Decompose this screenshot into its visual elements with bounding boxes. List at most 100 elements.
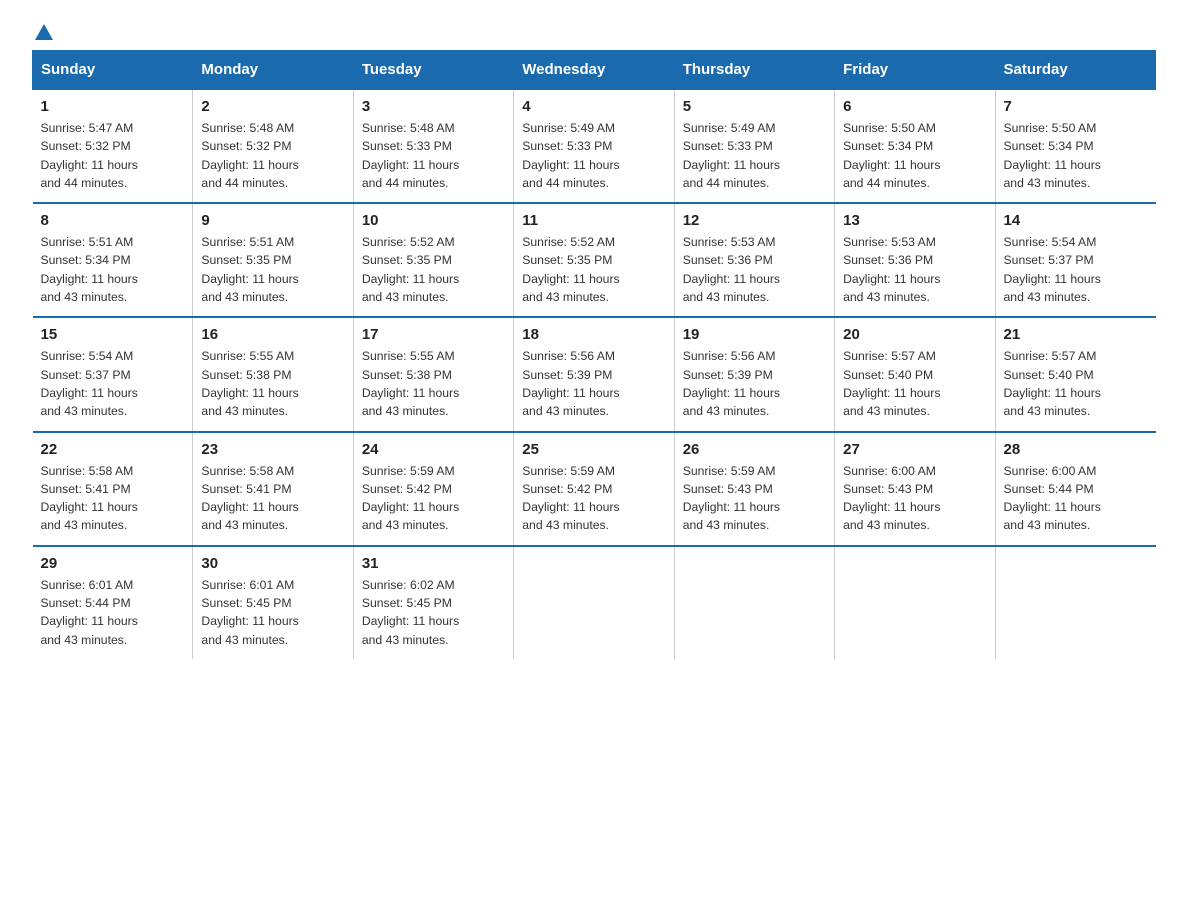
day-number: 5 [683, 98, 826, 115]
day-info: Sunrise: 5:55 AM Sunset: 5:38 PM Dayligh… [201, 347, 344, 420]
calendar-cell: 7 Sunrise: 5:50 AM Sunset: 5:34 PM Dayli… [995, 89, 1155, 203]
calendar-cell: 14 Sunrise: 5:54 AM Sunset: 5:37 PM Dayl… [995, 203, 1155, 317]
calendar-cell: 8 Sunrise: 5:51 AM Sunset: 5:34 PM Dayli… [33, 203, 193, 317]
day-info: Sunrise: 6:02 AM Sunset: 5:45 PM Dayligh… [362, 576, 505, 649]
calendar-cell: 2 Sunrise: 5:48 AM Sunset: 5:32 PM Dayli… [193, 89, 353, 203]
day-info: Sunrise: 6:01 AM Sunset: 5:45 PM Dayligh… [201, 576, 344, 649]
calendar-cell: 29 Sunrise: 6:01 AM Sunset: 5:44 PM Dayl… [33, 546, 193, 659]
calendar-cell: 4 Sunrise: 5:49 AM Sunset: 5:33 PM Dayli… [514, 89, 674, 203]
day-number: 25 [522, 441, 665, 458]
header-wednesday: Wednesday [514, 51, 674, 90]
calendar-cell [835, 546, 995, 659]
calendar-cell: 11 Sunrise: 5:52 AM Sunset: 5:35 PM Dayl… [514, 203, 674, 317]
calendar-cell: 25 Sunrise: 5:59 AM Sunset: 5:42 PM Dayl… [514, 432, 674, 546]
day-number: 11 [522, 212, 665, 229]
calendar-cell: 27 Sunrise: 6:00 AM Sunset: 5:43 PM Dayl… [835, 432, 995, 546]
day-number: 31 [362, 555, 505, 572]
header-thursday: Thursday [674, 51, 834, 90]
day-info: Sunrise: 5:57 AM Sunset: 5:40 PM Dayligh… [1004, 347, 1148, 420]
calendar-cell [995, 546, 1155, 659]
day-number: 15 [41, 326, 185, 343]
day-info: Sunrise: 5:56 AM Sunset: 5:39 PM Dayligh… [683, 347, 826, 420]
day-number: 29 [41, 555, 185, 572]
day-number: 23 [201, 441, 344, 458]
calendar-cell: 28 Sunrise: 6:00 AM Sunset: 5:44 PM Dayl… [995, 432, 1155, 546]
calendar-cell: 13 Sunrise: 5:53 AM Sunset: 5:36 PM Dayl… [835, 203, 995, 317]
day-info: Sunrise: 5:59 AM Sunset: 5:42 PM Dayligh… [522, 462, 665, 535]
header-sunday: Sunday [33, 51, 193, 90]
day-info: Sunrise: 5:47 AM Sunset: 5:32 PM Dayligh… [41, 119, 185, 192]
calendar-cell: 21 Sunrise: 5:57 AM Sunset: 5:40 PM Dayl… [995, 317, 1155, 431]
day-number: 8 [41, 212, 185, 229]
calendar-cell: 16 Sunrise: 5:55 AM Sunset: 5:38 PM Dayl… [193, 317, 353, 431]
day-info: Sunrise: 6:01 AM Sunset: 5:44 PM Dayligh… [41, 576, 185, 649]
calendar-cell: 17 Sunrise: 5:55 AM Sunset: 5:38 PM Dayl… [353, 317, 513, 431]
day-number: 13 [843, 212, 986, 229]
day-number: 20 [843, 326, 986, 343]
day-number: 27 [843, 441, 986, 458]
day-number: 10 [362, 212, 505, 229]
day-info: Sunrise: 5:48 AM Sunset: 5:32 PM Dayligh… [201, 119, 344, 192]
calendar-week-row: 1 Sunrise: 5:47 AM Sunset: 5:32 PM Dayli… [33, 89, 1156, 203]
calendar-week-row: 15 Sunrise: 5:54 AM Sunset: 5:37 PM Dayl… [33, 317, 1156, 431]
calendar-cell [514, 546, 674, 659]
calendar-cell: 1 Sunrise: 5:47 AM Sunset: 5:32 PM Dayli… [33, 89, 193, 203]
logo [32, 24, 74, 42]
day-number: 16 [201, 326, 344, 343]
day-number: 30 [201, 555, 344, 572]
day-number: 9 [201, 212, 344, 229]
calendar-cell: 6 Sunrise: 5:50 AM Sunset: 5:34 PM Dayli… [835, 89, 995, 203]
day-info: Sunrise: 5:57 AM Sunset: 5:40 PM Dayligh… [843, 347, 986, 420]
day-info: Sunrise: 5:56 AM Sunset: 5:39 PM Dayligh… [522, 347, 665, 420]
day-number: 21 [1004, 326, 1148, 343]
day-info: Sunrise: 5:52 AM Sunset: 5:35 PM Dayligh… [362, 233, 505, 306]
day-info: Sunrise: 5:53 AM Sunset: 5:36 PM Dayligh… [683, 233, 826, 306]
calendar-cell: 19 Sunrise: 5:56 AM Sunset: 5:39 PM Dayl… [674, 317, 834, 431]
day-number: 12 [683, 212, 826, 229]
calendar-week-row: 22 Sunrise: 5:58 AM Sunset: 5:41 PM Dayl… [33, 432, 1156, 546]
calendar-table: SundayMondayTuesdayWednesdayThursdayFrid… [32, 50, 1156, 659]
header-friday: Friday [835, 51, 995, 90]
day-number: 4 [522, 98, 665, 115]
header-tuesday: Tuesday [353, 51, 513, 90]
calendar-week-row: 8 Sunrise: 5:51 AM Sunset: 5:34 PM Dayli… [33, 203, 1156, 317]
calendar-cell: 9 Sunrise: 5:51 AM Sunset: 5:35 PM Dayli… [193, 203, 353, 317]
day-number: 26 [683, 441, 826, 458]
calendar-cell: 12 Sunrise: 5:53 AM Sunset: 5:36 PM Dayl… [674, 203, 834, 317]
day-info: Sunrise: 5:49 AM Sunset: 5:33 PM Dayligh… [522, 119, 665, 192]
day-number: 14 [1004, 212, 1148, 229]
header-monday: Monday [193, 51, 353, 90]
day-number: 28 [1004, 441, 1148, 458]
day-number: 17 [362, 326, 505, 343]
day-info: Sunrise: 5:51 AM Sunset: 5:34 PM Dayligh… [41, 233, 185, 306]
day-number: 1 [41, 98, 185, 115]
day-info: Sunrise: 5:53 AM Sunset: 5:36 PM Dayligh… [843, 233, 986, 306]
day-info: Sunrise: 5:50 AM Sunset: 5:34 PM Dayligh… [843, 119, 986, 192]
calendar-header-row: SundayMondayTuesdayWednesdayThursdayFrid… [33, 51, 1156, 90]
day-info: Sunrise: 5:59 AM Sunset: 5:42 PM Dayligh… [362, 462, 505, 535]
day-number: 24 [362, 441, 505, 458]
day-info: Sunrise: 5:50 AM Sunset: 5:34 PM Dayligh… [1004, 119, 1148, 192]
calendar-cell: 15 Sunrise: 5:54 AM Sunset: 5:37 PM Dayl… [33, 317, 193, 431]
calendar-cell: 10 Sunrise: 5:52 AM Sunset: 5:35 PM Dayl… [353, 203, 513, 317]
day-info: Sunrise: 5:49 AM Sunset: 5:33 PM Dayligh… [683, 119, 826, 192]
page-header [32, 24, 1156, 42]
logo-triangle-icon [35, 24, 53, 40]
calendar-cell: 24 Sunrise: 5:59 AM Sunset: 5:42 PM Dayl… [353, 432, 513, 546]
calendar-cell: 23 Sunrise: 5:58 AM Sunset: 5:41 PM Dayl… [193, 432, 353, 546]
calendar-cell: 31 Sunrise: 6:02 AM Sunset: 5:45 PM Dayl… [353, 546, 513, 659]
day-number: 18 [522, 326, 665, 343]
calendar-cell: 3 Sunrise: 5:48 AM Sunset: 5:33 PM Dayli… [353, 89, 513, 203]
calendar-cell: 18 Sunrise: 5:56 AM Sunset: 5:39 PM Dayl… [514, 317, 674, 431]
day-number: 6 [843, 98, 986, 115]
day-info: Sunrise: 6:00 AM Sunset: 5:43 PM Dayligh… [843, 462, 986, 535]
calendar-cell: 22 Sunrise: 5:58 AM Sunset: 5:41 PM Dayl… [33, 432, 193, 546]
day-number: 3 [362, 98, 505, 115]
day-info: Sunrise: 5:52 AM Sunset: 5:35 PM Dayligh… [522, 233, 665, 306]
calendar-week-row: 29 Sunrise: 6:01 AM Sunset: 5:44 PM Dayl… [33, 546, 1156, 659]
day-info: Sunrise: 5:51 AM Sunset: 5:35 PM Dayligh… [201, 233, 344, 306]
day-info: Sunrise: 5:58 AM Sunset: 5:41 PM Dayligh… [41, 462, 185, 535]
calendar-cell [674, 546, 834, 659]
day-info: Sunrise: 6:00 AM Sunset: 5:44 PM Dayligh… [1004, 462, 1148, 535]
header-saturday: Saturday [995, 51, 1155, 90]
